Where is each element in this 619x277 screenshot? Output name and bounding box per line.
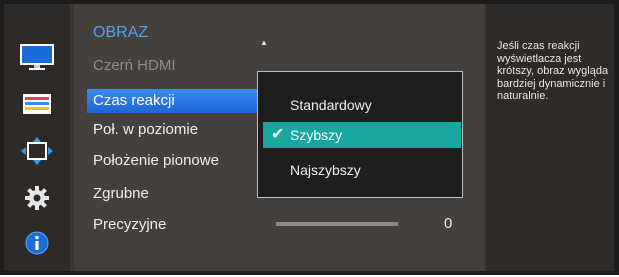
option-faster-label: Szybszy [290, 127, 343, 143]
menu-item-hdmi-black: Czerń HDMI [93, 57, 176, 74]
description-panel: Jeśli czas reakcji wyświetlacza jest kró… [486, 4, 614, 271]
menu-item-response-time[interactable]: Czas reakcji [87, 89, 261, 113]
menu-item-h-position[interactable]: Poł. w poziomie [93, 118, 198, 142]
menu-title: OBRAZ [93, 24, 149, 41]
description-text: Jeśli czas reakcji wyświetlacza jest kró… [497, 40, 609, 102]
option-fastest[interactable]: Najszybszy [258, 157, 462, 183]
menu-item-fine[interactable]: Precyzyjne [93, 213, 166, 237]
option-faster[interactable]: ✔ Szybszy [263, 122, 461, 148]
gear-icon[interactable] [18, 183, 56, 213]
checkmark-icon: ✔ [271, 126, 285, 143]
fine-slider-value: 0 [444, 215, 453, 232]
menu-item-v-position[interactable]: Położenie pionowe [93, 149, 219, 173]
menu-panel: OBRAZ ▲ Czerń HDMI Czas reakcji Poł. w p… [74, 4, 484, 271]
scroll-up-arrow-icon[interactable]: ▲ [260, 38, 268, 47]
resize-arrows-icon[interactable] [18, 136, 56, 166]
fine-slider-track[interactable] [276, 222, 398, 226]
info-icon[interactable] [18, 228, 56, 258]
monitor-icon[interactable] [18, 42, 56, 72]
sidebar [4, 4, 70, 271]
color-bars-icon[interactable] [18, 89, 56, 119]
osd-frame: OBRAZ ▲ Czerń HDMI Czas reakcji Poł. w p… [0, 0, 619, 275]
response-time-dropdown: Standardowy ✔ Szybszy Najszybszy [257, 71, 463, 198]
option-standard[interactable]: Standardowy [258, 92, 462, 118]
menu-item-coarse[interactable]: Zgrubne [93, 182, 149, 206]
